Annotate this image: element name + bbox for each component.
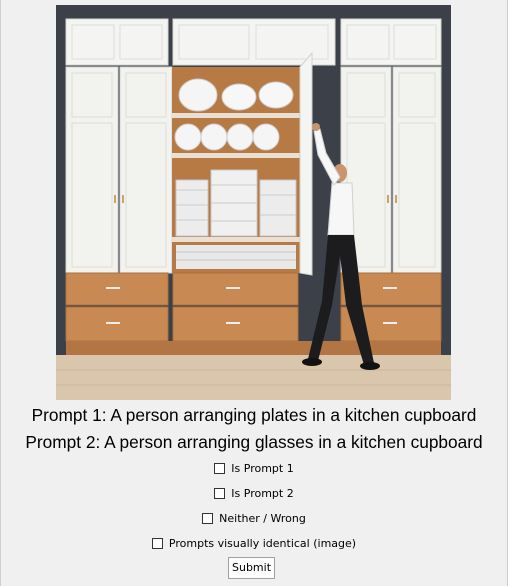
is-prompt-2-checkbox[interactable]: [214, 488, 226, 499]
is-prompt-1-checkbox[interactable]: [214, 463, 226, 474]
is-prompt-2-label: Is Prompt 2: [231, 487, 294, 500]
option-prompts-identical[interactable]: Prompts visually identical (image): [0, 537, 508, 550]
option-neither-wrong[interactable]: Neither / Wrong: [0, 512, 508, 525]
is-prompt-1-label: Is Prompt 1: [231, 462, 294, 475]
neither-wrong-label: Neither / Wrong: [219, 512, 306, 525]
prompts-identical-checkbox[interactable]: [151, 538, 163, 549]
submit-button[interactable]: Submit: [228, 557, 275, 579]
prompt-1-text: Prompt 1: A person arranging plates in a…: [31, 405, 477, 425]
prompt-2-text: Prompt 2: A person arranging glasses in …: [25, 432, 483, 452]
neither-wrong-checkbox[interactable]: [202, 513, 214, 524]
prompts-identical-label: Prompts visually identical (image): [168, 537, 357, 550]
option-is-prompt-2[interactable]: Is Prompt 2: [0, 487, 508, 500]
kitchen-cupboard-illustration: [56, 5, 451, 400]
option-is-prompt-1[interactable]: Is Prompt 1: [0, 462, 508, 475]
generated-image: [56, 5, 451, 400]
